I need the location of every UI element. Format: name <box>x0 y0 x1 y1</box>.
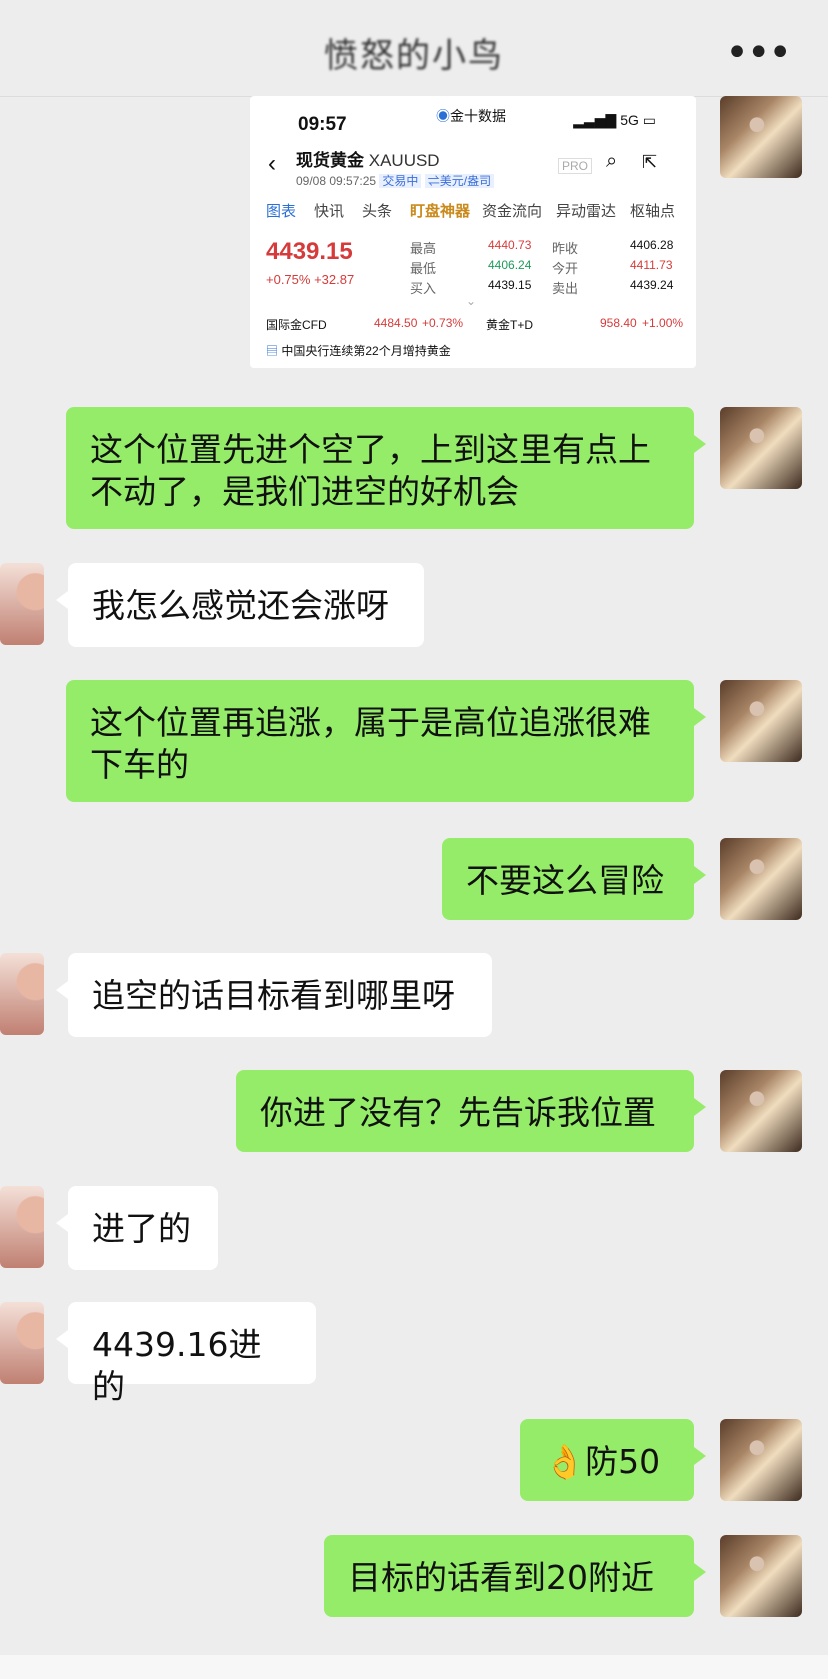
price-change: +0.75% +32.87 <box>266 272 354 287</box>
expand-chevron-icon[interactable]: ⌄ <box>466 294 476 308</box>
instrument-name: 现货黄金 <box>296 151 364 170</box>
stat-high-label: 最高 <box>410 241 437 256</box>
tab-capital-flow[interactable]: 资金流向 <box>482 200 542 221</box>
message-bubble[interactable]: 不要这么冒险 <box>442 838 706 920</box>
chat-header: 愤怒的小鸟 ••• <box>0 0 828 97</box>
message-bubble[interactable]: 这个位置再追涨，属于是高位追涨很难下车的 <box>66 680 706 802</box>
pro-badge[interactable]: PRO <box>558 158 593 174</box>
price: 4439.15 <box>266 238 353 265</box>
app-name: 金十数据 <box>450 108 506 124</box>
avatar[interactable] <box>720 407 802 489</box>
avatar[interactable] <box>720 680 802 762</box>
status-app: ◉金十数据 <box>436 106 506 126</box>
stat-bid-label: 买入 <box>410 281 437 296</box>
battery-icon: ▭ <box>642 112 656 128</box>
stat-low: 4406.24 <box>488 258 532 272</box>
quote-screenshot[interactable]: 09:57 ◉金十数据 ▂▃▅▇ 5G ▭ ‹ 现货黄金 XAUUSD 09/0… <box>250 96 696 368</box>
tab-headlines[interactable]: 头条 <box>362 200 392 221</box>
change-pct: +0.75% <box>266 272 311 287</box>
avatar[interactable] <box>720 1070 802 1152</box>
tab-watch[interactable]: 盯盘神器 <box>410 200 470 221</box>
cfd-label: 国际金CFD <box>266 318 327 332</box>
stat-open-label: 今开 <box>552 261 579 276</box>
td-label: 黄金T+D <box>486 318 534 332</box>
news-text: 中国央行连续第22个月增持黄金 <box>281 344 451 358</box>
message-bubble[interactable]: 4439.16进的 <box>56 1302 316 1406</box>
signal-icon: ▂▃▅▇ <box>573 112 617 128</box>
avatar[interactable] <box>720 1535 802 1617</box>
stat-prev: 4406.28 <box>630 238 674 252</box>
quote-meta: 09/08 09:57:25 交易中 ⇌美元/盎司 <box>296 172 495 189</box>
change-abs: +32.87 <box>314 272 355 287</box>
avatar[interactable] <box>720 838 802 920</box>
status-time: 09:57 <box>298 114 347 135</box>
back-arrow-icon[interactable]: ‹ <box>268 150 276 178</box>
news-line[interactable]: ▤ 中国央行连续第22个月增持黄金 <box>266 342 451 359</box>
avatar[interactable] <box>0 953 44 1035</box>
td-change: +1.00% <box>642 316 684 330</box>
message-bubble[interactable]: 👌防50 <box>520 1419 706 1501</box>
message-bubble[interactable]: 我怎么感觉还会涨呀 <box>56 563 424 647</box>
message-bubble[interactable]: 追空的话目标看到哪里呀 <box>56 953 492 1037</box>
search-icon[interactable]: ⌕ <box>606 150 617 173</box>
tab-flash[interactable]: 快讯 <box>314 200 344 221</box>
avatar[interactable] <box>0 1186 44 1268</box>
message-bubble[interactable]: 进了的 <box>56 1186 218 1270</box>
app-logo-icon: ◉ <box>436 108 450 124</box>
cfd-change: +0.73% <box>422 316 464 330</box>
chat-title: 愤怒的小鸟 <box>324 36 504 76</box>
unit-badge: ⇌美元/盎司 <box>424 174 495 188</box>
news-icon: ▤ <box>266 344 279 358</box>
avatar[interactable] <box>0 563 44 645</box>
network-type: 5G <box>620 112 639 128</box>
stat-low-label: 最低 <box>410 261 437 276</box>
input-bar[interactable] <box>0 1655 828 1679</box>
trading-badge: 交易中 <box>379 174 422 188</box>
more-options-icon[interactable]: ••• <box>725 30 792 76</box>
tab-radar[interactable]: 异动雷达 <box>556 200 616 221</box>
cfd-value: 4484.50 <box>374 316 418 330</box>
stat-ask-label: 卖出 <box>552 281 579 296</box>
message-bubble[interactable]: 目标的话看到20附近 <box>324 1535 706 1617</box>
quote-datetime: 09/08 09:57:25 <box>296 174 377 188</box>
stat-high: 4440.73 <box>488 238 532 252</box>
message-bubble[interactable]: 你进了没有？先告诉我位置 <box>236 1070 706 1152</box>
status-network: ▂▃▅▇ 5G ▭ <box>573 112 656 129</box>
instrument-symbol[interactable]: XAUUSD <box>369 151 440 170</box>
td-value: 958.40 <box>600 316 637 330</box>
stat-open: 4411.73 <box>630 258 673 272</box>
stat-ask: 4439.24 <box>630 278 674 292</box>
stat-bid: 4439.15 <box>488 278 532 292</box>
instrument-title: 现货黄金 XAUUSD <box>296 146 440 171</box>
avatar[interactable] <box>0 1302 44 1384</box>
tab-chart[interactable]: 图表 <box>266 200 296 221</box>
avatar[interactable] <box>720 96 802 178</box>
share-icon[interactable]: ⇱ <box>642 152 657 173</box>
message-bubble[interactable]: 这个位置先进个空了，上到这里有点上不动了，是我们进空的好机会 <box>66 407 706 529</box>
avatar[interactable] <box>720 1419 802 1501</box>
stat-prev-label: 昨收 <box>552 241 579 256</box>
tab-pivot[interactable]: 枢轴点 <box>630 200 675 221</box>
